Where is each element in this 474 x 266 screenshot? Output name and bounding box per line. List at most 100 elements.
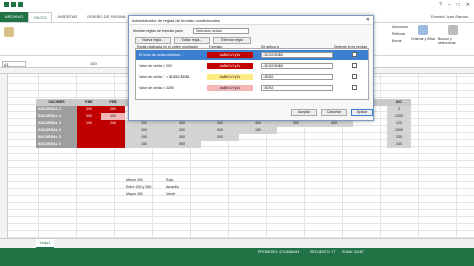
cell-mid[interactable]: 300 — [163, 134, 201, 141]
autosum-button[interactable]: Autosuma — [392, 25, 408, 29]
cell-ene-2[interactable]: 300 — [77, 113, 101, 120]
stop-if-true-checkbox[interactable] — [352, 85, 357, 90]
sort-filter-label: Ordenar y filtrar — [410, 37, 436, 41]
find-select-button[interactable]: Buscar y seleccionar — [438, 25, 468, 45]
cell-ene-6[interactable] — [77, 141, 125, 148]
stop-if-true-checkbox[interactable] — [352, 52, 357, 57]
table-row-store-3[interactable]: SUCURSAL 3 — [36, 120, 77, 127]
cell-mid[interactable]: 200 — [163, 127, 201, 134]
close-icon[interactable]: ✕ — [366, 17, 370, 23]
cell-mid[interactable]: 150 — [125, 141, 163, 148]
name-box[interactable]: A1 — [2, 61, 26, 67]
cell-mid[interactable]: 200 — [125, 127, 163, 134]
table-row-store-6[interactable]: SUCURSAL 6 — [36, 141, 77, 148]
rules-list[interactable]: El texto de celda contiene... AaBbCcYyZz… — [135, 48, 369, 100]
applies-to-input[interactable]: =$D$3 — [261, 85, 333, 91]
formula-input[interactable]: 100 — [90, 61, 97, 66]
close-icon[interactable]: ✕ — [466, 2, 470, 8]
new-rule-button[interactable]: Nueva regla... — [135, 37, 171, 44]
maximize-icon[interactable]: □ — [457, 2, 460, 8]
find-select-label: Buscar y seleccionar — [438, 37, 456, 45]
save-icon[interactable] — [4, 2, 9, 7]
rule-row[interactable]: El texto de celda contiene... AaBbCcYyZz… — [136, 50, 368, 60]
cell-feb-2[interactable]: 450 — [101, 113, 125, 120]
cell-dic-4[interactable]: 1000 — [387, 127, 411, 134]
table-row-store-5[interactable]: SUCURSAL 5 — [36, 134, 77, 141]
sheet-tab[interactable]: Hoja1 — [36, 239, 55, 248]
cell-ene-3[interactable]: 100 — [77, 120, 101, 127]
legend-color[interactable]: Rojo — [166, 177, 196, 184]
cell-dic-1[interactable]: 3 — [387, 106, 411, 113]
cell-dic-6[interactable]: 240 — [387, 141, 411, 148]
show-rules-label: Mostrar reglas de formato para: — [133, 29, 184, 33]
cell-mid[interactable]: 200 — [125, 120, 163, 127]
cell-feb-3[interactable]: 240 — [101, 120, 125, 127]
legend-color[interactable]: Verde — [166, 191, 196, 198]
applies-to-input[interactable]: =$C$3:$N$8 — [261, 63, 333, 69]
ok-button[interactable]: Aceptar — [291, 109, 317, 116]
legend-color[interactable]: Amarillo — [166, 184, 196, 191]
dialog-title: Administrador de reglas de formato condi… — [129, 16, 373, 25]
delete-rule-button[interactable]: Eliminar regla — [213, 37, 251, 44]
cell-ene-5[interactable] — [77, 134, 125, 141]
cell-feb-1[interactable]: 260 — [101, 106, 125, 113]
user-name[interactable]: Ernesto' Ivan Ramos — [431, 14, 468, 19]
stop-if-true-checkbox[interactable] — [352, 63, 357, 68]
legend-label[interactable]: Mayor 350 — [126, 191, 166, 198]
row-headers — [0, 74, 8, 238]
tab-home[interactable]: INICIO — [28, 12, 53, 22]
cell-mid[interactable]: 300 — [277, 120, 315, 127]
table-header-feb[interactable]: FEB — [101, 99, 125, 106]
table-header-jan[interactable]: ENE — [77, 99, 101, 106]
clipboard-icon — [4, 27, 14, 37]
rule-row[interactable]: Valor de celda ' ' = $D$52:$D$8 AaBbCcYy… — [136, 72, 368, 82]
rule-row[interactable]: Valor de celda > 3250 AaBbCcYyZz =$D$3 — [136, 83, 368, 93]
cell-ene-1[interactable]: 300 — [77, 106, 101, 113]
fill-button[interactable]: Rellenar — [392, 32, 405, 36]
cell-dic-2[interactable]: 1200 — [387, 113, 411, 120]
cell-mid[interactable]: 500 — [163, 141, 201, 148]
table-row-store-1[interactable]: SUCURSAL 1 — [36, 106, 77, 113]
format-preview: AaBbCcYyZz — [207, 63, 253, 69]
tab-page-layout[interactable]: DISEÑO DE PÁGINA — [82, 12, 130, 22]
quick-access-toolbar — [4, 2, 23, 7]
undo-icon[interactable] — [11, 2, 16, 7]
autosum-label: Autosuma — [392, 25, 408, 29]
cell-mid[interactable]: 400 — [239, 120, 277, 127]
cell-dic-3[interactable]: 120 — [387, 120, 411, 127]
rule-text: El texto de celda contiene... — [139, 53, 184, 57]
legend-label[interactable]: Menor 200 — [126, 177, 166, 184]
tab-insert[interactable]: INSERTAR — [52, 12, 82, 22]
redo-icon[interactable] — [18, 2, 23, 7]
table-row-store-4[interactable]: SUCURSAL 4 — [36, 127, 77, 134]
help-icon[interactable]: ? — [439, 2, 442, 8]
table-header-store[interactable]: SUC/MES — [36, 99, 77, 106]
edit-rule-button[interactable]: Editar regla... — [174, 37, 210, 44]
paste-button[interactable] — [4, 27, 14, 39]
legend-label[interactable]: Entre 200 y 350 — [126, 184, 166, 191]
cell-mid[interactable]: 150 — [125, 134, 163, 141]
cell-dic-5[interactable]: 230 — [387, 134, 411, 141]
stop-if-true-checkbox[interactable] — [352, 74, 357, 79]
cell-mid[interactable]: 400 — [315, 120, 353, 127]
cell-ene-4[interactable] — [77, 127, 125, 134]
cell-mid[interactable]: 200 — [201, 134, 239, 141]
sort-filter-button[interactable]: Ordenar y filtrar — [410, 25, 436, 41]
table-row-store-2[interactable]: SUCURSAL 2 — [36, 113, 77, 120]
cell-mid[interactable]: 300 — [163, 120, 201, 127]
cell-mid[interactable]: 300 — [201, 120, 239, 127]
show-rules-select[interactable]: Selección actual — [193, 28, 249, 34]
clear-button[interactable]: Borrar — [392, 39, 402, 43]
applies-to-input[interactable]: =$D$3 — [261, 74, 333, 80]
rule-row[interactable]: Valor de celda < 200 AaBbCcYyZz =$C$3:$N… — [136, 61, 368, 71]
apply-button[interactable]: Aplicar — [351, 109, 373, 116]
cell-mid[interactable]: 500 — [201, 127, 239, 134]
rule-text: Valor de celda < 200 — [139, 64, 172, 68]
applies-to-input[interactable]: =$C$3:$N$8 — [261, 52, 333, 58]
cell-mid[interactable]: 150 — [239, 127, 277, 134]
table-header-dec[interactable]: DIC — [387, 99, 411, 106]
cancel-button[interactable]: Cancelar — [321, 109, 347, 116]
minimize-icon[interactable]: – — [448, 2, 451, 8]
rule-text: Valor de celda ' ' = $D$52:$D$8 — [139, 75, 190, 79]
tab-file[interactable]: ARCHIVO — [0, 12, 29, 22]
